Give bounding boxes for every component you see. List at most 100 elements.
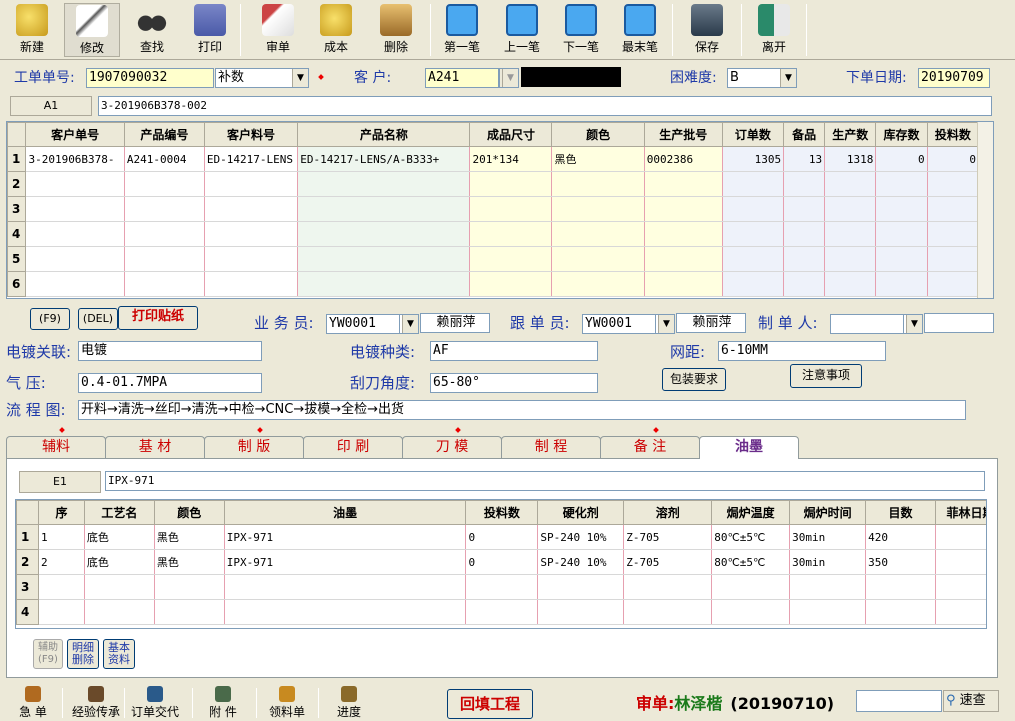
grid-cell[interactable] (783, 221, 826, 247)
vertical-scrollbar[interactable] (977, 122, 993, 298)
grid-cell[interactable]: Z-705 (623, 549, 713, 575)
table-row[interactable]: 2 2 底色 黑色 IPX-971 0 SP-240 10% Z-705 80℃±5℃ 30min… (16, 549, 986, 575)
grid-cell[interactable] (551, 221, 645, 247)
grid-cell[interactable]: 80℃±5℃ (711, 524, 791, 550)
tab-7[interactable]: 油墨 (699, 436, 799, 459)
grid-cell[interactable]: 0 (927, 146, 980, 172)
grid-cell[interactable] (465, 599, 539, 625)
bottom-button-0[interactable]: 急 单 (8, 686, 58, 720)
grid-cell[interactable] (224, 574, 467, 600)
quick-search-input[interactable] (856, 690, 942, 712)
grid-cell[interactable] (38, 574, 85, 600)
column-header[interactable]: 工艺名 (83, 500, 155, 525)
grid-cell[interactable]: 0 (875, 146, 928, 172)
grid-cell[interactable] (204, 221, 299, 247)
grid-cell[interactable] (224, 599, 467, 625)
sales-code-field[interactable]: YW0001 (326, 314, 400, 334)
column-header[interactable]: 硬化剂 (537, 500, 625, 525)
column-header[interactable]: 菲林日期 (935, 500, 986, 525)
grid-cell[interactable] (38, 599, 85, 625)
bottom-button-2[interactable]: 订单交代 (130, 686, 180, 720)
grid-cell[interactable] (824, 246, 877, 272)
grid-cell[interactable] (722, 271, 785, 297)
grid-cell[interactable] (551, 271, 645, 297)
grid-cell[interactable] (25, 246, 125, 272)
grid-cell[interactable] (783, 246, 826, 272)
grid-cell[interactable] (154, 599, 225, 625)
column-header[interactable]: 序 (37, 500, 85, 525)
grid-cell[interactable] (824, 221, 877, 247)
grid-cell[interactable] (783, 196, 826, 222)
grid-cell[interactable] (84, 599, 155, 625)
f9-button[interactable]: (F9) (30, 308, 70, 330)
grid-cell[interactable]: 80℃±5℃ (711, 549, 791, 575)
column-header[interactable]: 焗炉温度 (711, 500, 791, 525)
grid-cell[interactable]: 420 (865, 524, 936, 550)
grid-cell[interactable] (722, 171, 785, 197)
grid-cell[interactable] (623, 574, 713, 600)
table-row[interactable]: 5 (7, 246, 980, 272)
tab-6[interactable]: 备 注 (600, 436, 700, 458)
grid-cell[interactable] (935, 574, 986, 600)
grid-cell[interactable]: 1318 (824, 146, 877, 172)
grid-cell[interactable] (124, 196, 205, 222)
new-button[interactable]: 新建 (4, 3, 60, 57)
grid-cell[interactable] (204, 196, 299, 222)
column-header[interactable]: 焗炉时间 (789, 500, 867, 525)
grid-cell[interactable]: Z-705 (623, 524, 713, 550)
grid-cell[interactable] (722, 221, 785, 247)
find-button[interactable]: 查找 (124, 3, 180, 57)
blade-angle-field[interactable]: 65-80° (430, 373, 598, 393)
tab-2[interactable]: 制 版 (204, 436, 304, 458)
grid-cell[interactable] (789, 599, 867, 625)
grid-cell[interactable]: 350 (865, 549, 936, 575)
grid-cell[interactable] (789, 574, 867, 600)
refill-project-button[interactable]: 回填工程 (447, 689, 533, 719)
grid-cell[interactable]: 底色 (84, 549, 155, 575)
grid-cell[interactable] (469, 171, 553, 197)
tab-3[interactable]: 印 刷 (303, 436, 403, 458)
grid-cell[interactable] (644, 171, 723, 197)
grid-cell[interactable] (824, 196, 877, 222)
grid-cell[interactable] (124, 271, 205, 297)
grid-cell[interactable] (204, 271, 299, 297)
plating-type-field[interactable]: AF (430, 341, 598, 361)
grid-cell[interactable]: 201*134 (469, 146, 553, 172)
grid-cell[interactable] (875, 271, 928, 297)
grid-cell[interactable] (124, 221, 205, 247)
grid-cell[interactable] (297, 221, 471, 247)
tab-5[interactable]: 制 程 (501, 436, 601, 458)
column-header[interactable]: 投料数 (926, 122, 980, 147)
grid-cell[interactable] (783, 171, 826, 197)
grid-cell[interactable] (469, 246, 553, 272)
grid-cell[interactable] (297, 196, 471, 222)
follow-dropdown[interactable]: ▼ (655, 314, 675, 334)
column-header[interactable]: 生产数 (824, 122, 877, 147)
table-row[interactable]: 1 3-201906B378- A241-0004 ED-14217-LENS ED-1… (7, 146, 980, 172)
grid-cell[interactable] (783, 271, 826, 297)
grid-cell[interactable] (722, 246, 785, 272)
column-header[interactable]: 库存数 (875, 122, 928, 147)
tab-4[interactable]: 刀 模 (402, 436, 502, 458)
grid-cell[interactable]: 0002386 (644, 146, 723, 172)
grid-cell[interactable] (623, 599, 713, 625)
table-row[interactable]: 1 1 底色 黑色 IPX-971 0 SP-240 10% Z-705 80℃±5℃ 30min… (16, 524, 986, 550)
exit-button[interactable]: 离开 (746, 3, 802, 57)
table-row[interactable]: 2 (7, 171, 980, 197)
grid-cell[interactable] (644, 221, 723, 247)
column-header[interactable]: 成品尺寸 (469, 122, 553, 147)
grid-cell[interactable]: 底色 (84, 524, 155, 550)
grid-cell[interactable] (935, 599, 986, 625)
column-header[interactable]: 生产批号 (643, 122, 723, 147)
prev-record-button[interactable]: 上一笔 (494, 3, 550, 57)
notes-button[interactable]: 注意事项 (790, 364, 862, 388)
sales-dropdown[interactable]: ▼ (399, 314, 419, 334)
customer-dropdown[interactable]: ▼ (499, 68, 519, 88)
grid-cell[interactable]: A241-0004 (124, 146, 205, 172)
grid-cell[interactable]: 黑色 (154, 549, 225, 575)
grid-cell[interactable]: 2 (38, 549, 85, 575)
order-no-field[interactable]: 1907090032 (86, 68, 214, 88)
grid-cell[interactable] (711, 574, 791, 600)
grid-cell[interactable] (154, 574, 225, 600)
column-header[interactable]: 油墨 (223, 500, 467, 525)
